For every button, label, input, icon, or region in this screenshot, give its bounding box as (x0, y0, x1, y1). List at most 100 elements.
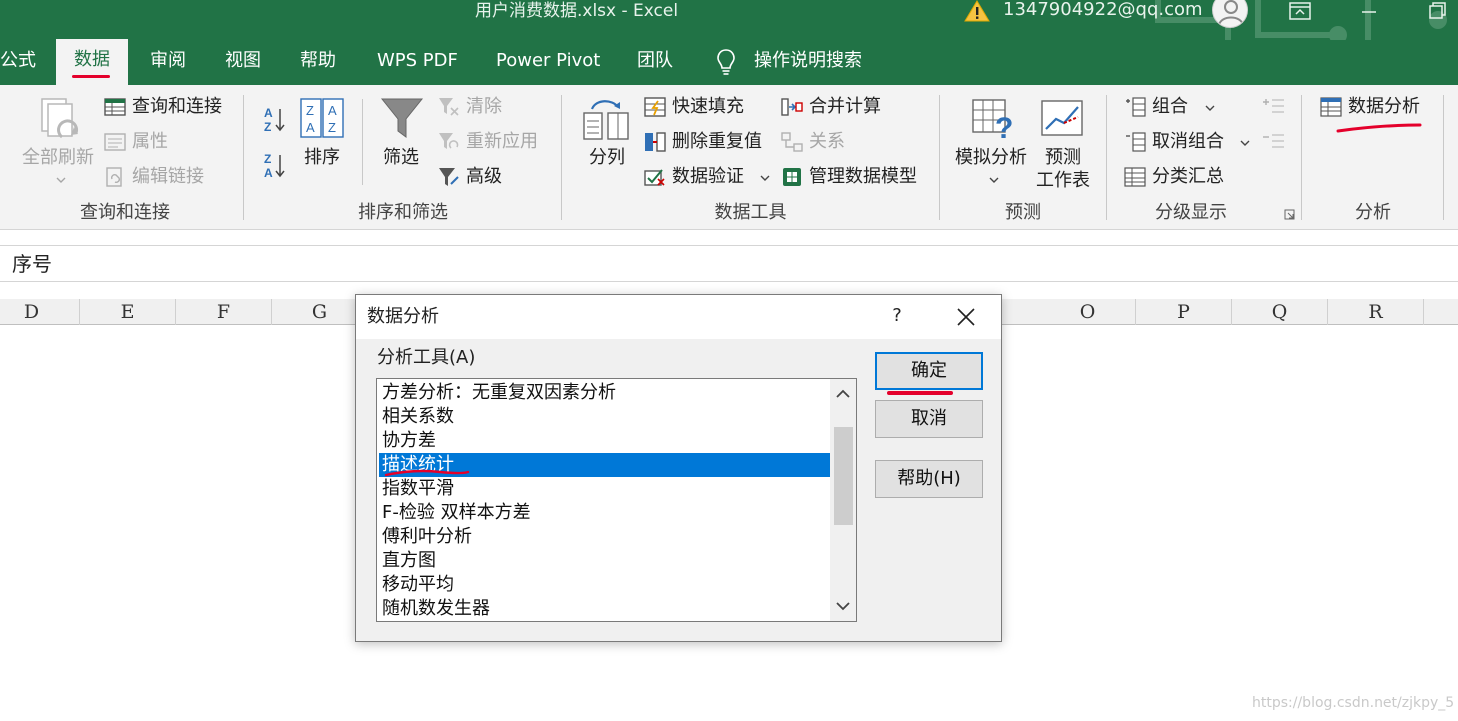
ribbon-display-options-icon[interactable] (1289, 2, 1311, 20)
watermark: https://blog.csdn.net/zjkpy_5 (1252, 695, 1455, 711)
data-validation-button[interactable]: 数据验证 (644, 166, 744, 188)
group-label-analysis: 分析 (1355, 202, 1391, 223)
tab-formulas[interactable]: 公式 (0, 40, 36, 85)
group-button[interactable]: 组合 (1124, 96, 1188, 118)
ribbon: 全部刷新 查询和连接 属性 编辑链接 查询和连接 A Z Z A Z A A Z… (0, 85, 1458, 230)
tab-review[interactable]: 审阅 (150, 40, 186, 85)
dialog-launcher-icon[interactable] (1284, 209, 1295, 220)
flash-fill-button[interactable]: 快速填充 (644, 96, 744, 118)
group-label-forecast: 预测 (1005, 202, 1041, 223)
annotation-underline (72, 75, 110, 78)
tab-wps-pdf[interactable]: WPS PDF (377, 40, 458, 85)
ok-button[interactable]: 确定 (875, 352, 983, 390)
what-if-analysis-button[interactable]: 模拟分析 (955, 147, 1027, 169)
sort-a-to-z-icon[interactable]: A Z (263, 105, 287, 133)
data-model-icon (783, 168, 801, 186)
forecast-sheet-icon (1041, 100, 1083, 136)
dialog-help-button[interactable]: ? (886, 303, 908, 329)
relationships-button[interactable]: 关系 (781, 131, 845, 153)
consolidate-icon (781, 98, 803, 116)
svg-text:Z: Z (264, 120, 271, 133)
list-item[interactable]: 协方差 (379, 429, 830, 453)
group-rows-icon (1126, 97, 1146, 117)
ribbon-tab-bar: 公式 数据 审阅 视图 帮助 WPS PDF Power Pivot 团队 操作… (0, 39, 1458, 86)
help-button[interactable]: 帮助(H) (875, 460, 983, 498)
column-header-p[interactable]: P (1136, 299, 1232, 325)
refresh-all-button[interactable]: 全部刷新 (22, 147, 94, 169)
scroll-up-icon[interactable] (830, 381, 856, 407)
chevron-down-icon[interactable] (1205, 105, 1215, 111)
ungroup-rows-icon (1126, 132, 1146, 152)
tab-help[interactable]: 帮助 (300, 40, 336, 85)
warning-icon[interactable] (964, 0, 990, 22)
list-item[interactable]: 随机数发生器 (379, 597, 830, 621)
table-icon (104, 98, 126, 116)
forecast-sheet-button-line2[interactable]: 工作表 (1036, 170, 1090, 192)
list-item[interactable]: 相关系数 (379, 405, 830, 429)
queries-connections-button[interactable]: 查询和连接 (104, 96, 222, 118)
column-header-f[interactable]: F (176, 299, 272, 325)
list-item[interactable]: 移动平均 (379, 573, 830, 597)
sort-z-to-a-icon[interactable]: Z A (263, 151, 287, 179)
filter-button[interactable]: 筛选 (383, 147, 419, 169)
close-icon[interactable] (952, 303, 980, 331)
list-item[interactable]: 指数平滑 (379, 477, 830, 501)
tell-me-search[interactable]: 操作说明搜索 (754, 40, 862, 85)
scroll-down-icon[interactable] (830, 593, 856, 619)
subtotal-button[interactable]: 分类汇总 (1124, 166, 1224, 188)
cancel-button[interactable]: 取消 (875, 400, 983, 438)
column-header-e[interactable]: E (80, 299, 176, 325)
forecast-sheet-button-line1[interactable]: 预测 (1045, 147, 1081, 169)
clear-filter-button[interactable]: 清除 (438, 96, 502, 118)
data-analysis-icon (1320, 97, 1342, 117)
column-header-o[interactable]: O (1040, 299, 1136, 325)
restore-icon[interactable] (1426, 2, 1448, 20)
tab-view[interactable]: 视图 (225, 40, 261, 85)
formula-bar-content[interactable]: 序号 (12, 251, 52, 277)
hide-detail-icon[interactable] (1261, 131, 1285, 151)
tab-data[interactable]: 数据 (56, 39, 128, 86)
list-item[interactable]: 直方图 (379, 549, 830, 573)
tab-team[interactable]: 团队 (637, 40, 673, 85)
list-item[interactable]: F-检验 双样本方差 (379, 501, 830, 525)
analysis-tools-listbox[interactable]: 方差分析：无重复双因素分析 相关系数 协方差 描述统计 指数平滑 F-检验 双样… (376, 378, 857, 622)
list-item[interactable]: 方差分析：无重复双因素分析 (379, 381, 830, 405)
consolidate-button[interactable]: 合并计算 (781, 96, 881, 118)
chevron-down-icon[interactable] (1240, 140, 1250, 146)
group-divider (362, 99, 363, 185)
chevron-down-icon[interactable] (760, 175, 770, 181)
minimize-icon[interactable] (1358, 2, 1380, 20)
data-analysis-button[interactable]: 数据分析 (1320, 96, 1420, 118)
ungroup-button[interactable]: 取消组合 (1124, 131, 1224, 153)
formula-bar[interactable]: 序号 (0, 245, 1458, 282)
tab-power-pivot[interactable]: Power Pivot (496, 40, 600, 85)
column-header-q[interactable]: Q (1232, 299, 1328, 325)
svg-text:Z: Z (328, 120, 336, 135)
list-item[interactable]: 傅利叶分析 (379, 525, 830, 549)
remove-duplicates-icon (645, 132, 666, 152)
what-if-analysis-icon: ? (972, 99, 1013, 140)
dialog-title-bar[interactable]: 数据分析 ? (356, 295, 1001, 339)
edit-links-button[interactable]: 编辑链接 (104, 166, 204, 188)
remove-duplicates-button[interactable]: 删除重复值 (644, 131, 762, 153)
annotation-underline (887, 391, 953, 395)
column-header-g[interactable]: G (272, 299, 368, 325)
manage-data-model-button[interactable]: 管理数据模型 (781, 166, 917, 188)
advanced-filter-button[interactable]: 高级 (438, 166, 502, 188)
properties-button[interactable]: 属性 (104, 131, 168, 153)
column-header-r[interactable]: R (1328, 299, 1424, 325)
scrollbar-thumb[interactable] (834, 427, 853, 525)
data-analysis-dialog: 数据分析 ? 分析工具(A) 方差分析：无重复双因素分析 相关系数 协方差 描述… (355, 294, 1002, 642)
dialog-title: 数据分析 (367, 306, 439, 327)
text-to-columns-button[interactable]: 分列 (589, 147, 625, 169)
sort-icon: Z A A Z (300, 98, 344, 138)
chevron-down-icon (989, 177, 999, 183)
show-detail-icon[interactable] (1261, 96, 1285, 116)
group-divider (939, 95, 940, 220)
listbox-scrollbar[interactable] (830, 379, 856, 621)
sort-button[interactable]: 排序 (304, 147, 340, 169)
reapply-button[interactable]: 重新应用 (438, 131, 538, 153)
filter-icon (380, 98, 424, 138)
account-email[interactable]: 1347904922@qq.com (1003, 0, 1203, 20)
column-header-d[interactable]: D (0, 299, 80, 325)
